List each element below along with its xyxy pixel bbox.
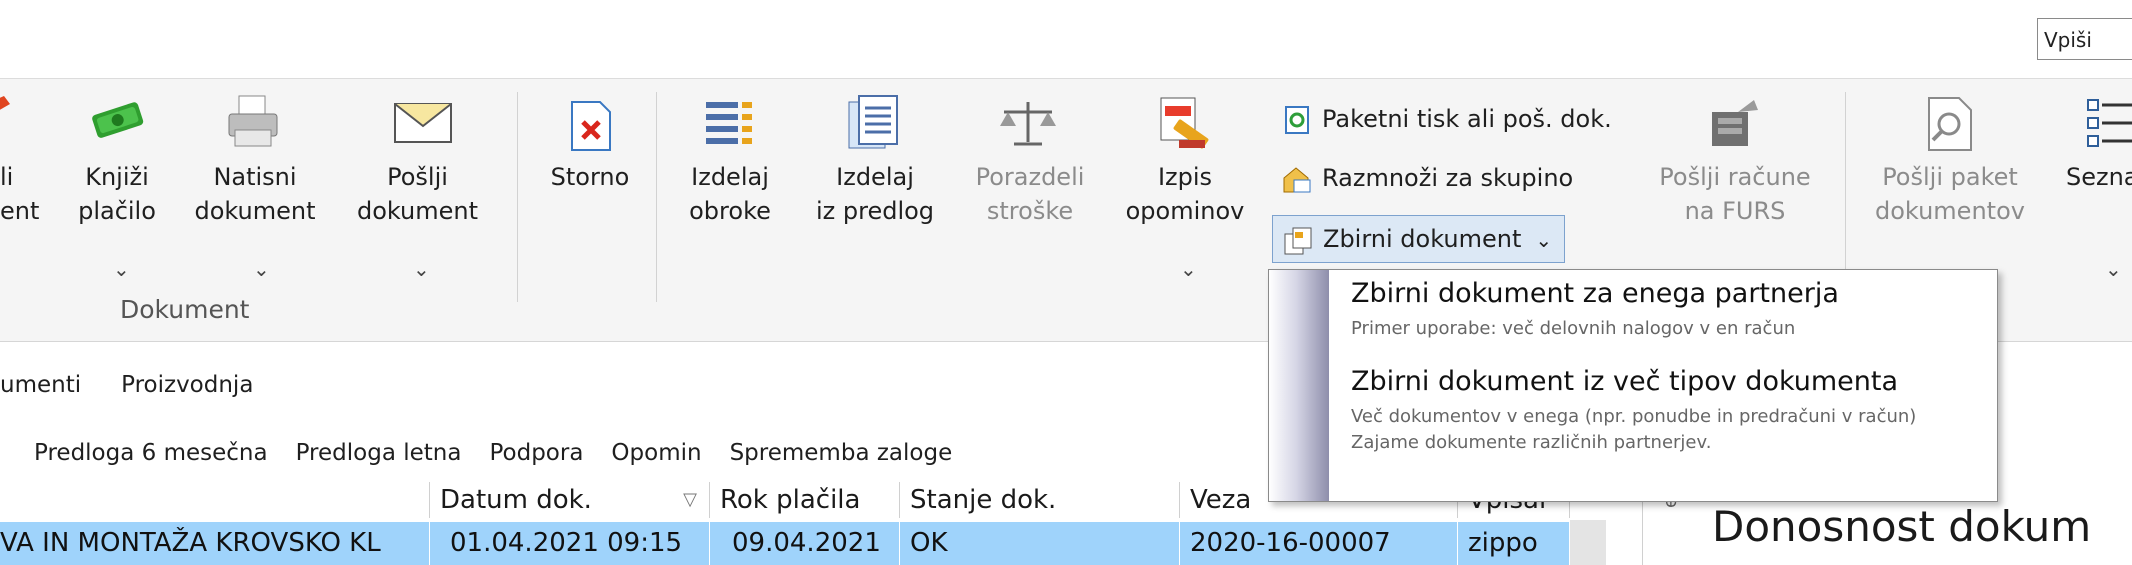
title-bar bbox=[0, 0, 2132, 79]
partial-document-button[interactable]: li ent bbox=[0, 160, 40, 228]
button-label: Knjiži bbox=[85, 163, 149, 191]
create-from-template-button[interactable]: Izdelaj iz predlog bbox=[805, 160, 945, 228]
installments-icon bbox=[704, 98, 756, 154]
furs-icon bbox=[1708, 98, 1762, 154]
send-document-package-button[interactable]: Pošlji paket dokumentov bbox=[1865, 160, 2035, 228]
ribbon-group-label: Dokument bbox=[120, 295, 250, 324]
summary-doc-icon bbox=[1283, 225, 1313, 255]
button-label: Pošlji bbox=[387, 163, 448, 191]
column-header-date[interactable]: Datum dok. ▽ bbox=[430, 482, 710, 518]
table-cell-date[interactable]: 01.04.2021 09:15 bbox=[430, 522, 710, 565]
column-header-name[interactable] bbox=[0, 482, 430, 518]
table-cell-name[interactable]: VA IN MONTAŽA KROVSKO KL bbox=[0, 522, 430, 565]
partial-tag-icon bbox=[0, 92, 14, 136]
filter-bar: ​Predloga 6 mesečnaPredloga letnaPodpora… bbox=[0, 440, 980, 466]
column-header-status[interactable]: Stanje dok. bbox=[900, 482, 1180, 518]
chevron-down-icon[interactable]: ⌄ bbox=[253, 259, 270, 279]
menu-item-description: Zajame dokumente različnih partnerjev. bbox=[1351, 432, 1712, 453]
ribbon-separator bbox=[656, 92, 657, 302]
package-doc-icon bbox=[1925, 96, 1977, 156]
reminder-icon bbox=[1155, 94, 1213, 158]
chevron-down-icon[interactable]: ⌄ bbox=[2105, 259, 2122, 279]
button-label: dokument bbox=[356, 197, 479, 225]
batch-print-button[interactable]: Paketni tisk ali poš. dok. bbox=[1282, 99, 1612, 139]
button-label: na FURS bbox=[1684, 197, 1786, 225]
distribute-costs-button[interactable]: Porazdeli stroške bbox=[965, 160, 1095, 228]
filter-item[interactable]: Predloga letna bbox=[296, 440, 462, 466]
search-input[interactable]: Vpiši bbox=[2037, 18, 2132, 60]
menu-item-multiple-types[interactable]: Zbirni dokument iz več tipov dokumenta V… bbox=[1329, 366, 1995, 496]
button-label: iz predlog bbox=[815, 197, 935, 225]
button-label: Pošlji račune bbox=[1659, 163, 1811, 191]
chevron-down-icon[interactable]: ⌄ bbox=[413, 259, 430, 279]
column-header-due[interactable]: Rok plačila bbox=[710, 482, 900, 518]
summary-document-dropdown: Zbirni dokument za enega partnerja Prime… bbox=[1268, 269, 1998, 502]
chevron-down-icon: ⌄ bbox=[1535, 228, 1553, 252]
template-doc-icon bbox=[845, 94, 903, 156]
print-reminders-button[interactable]: Izpis opominov bbox=[1115, 160, 1255, 228]
button-label: plačilo bbox=[78, 197, 156, 225]
right-panel-title: Donosnost dokum bbox=[1712, 502, 2092, 551]
post-payment-button[interactable]: Knjiži plačilo bbox=[72, 160, 162, 228]
menu-item-description: Več dokumentov v enega (npr. ponudbe in … bbox=[1351, 406, 1917, 427]
tab-documents[interactable]: umenti bbox=[0, 372, 81, 398]
button-label: Izpis bbox=[1157, 163, 1213, 191]
filter-item[interactable]: Sprememba zaloge bbox=[730, 440, 953, 466]
button-label: Zbirni dokument bbox=[1323, 225, 1522, 253]
button-label: Paketni tisk ali poš. dok. bbox=[1322, 105, 1612, 133]
ribbon-separator bbox=[517, 92, 518, 302]
filter-item[interactable]: Predloga 6 mesečna bbox=[34, 440, 268, 466]
table-cell-due[interactable]: 09.04.2021 bbox=[710, 522, 900, 565]
button-label: Pošlji paket bbox=[1882, 163, 2018, 191]
menu-item-title: Zbirni dokument iz več tipov dokumenta bbox=[1351, 366, 1899, 397]
menu-item-description: Primer uporabe: več delovnih nalogov v e… bbox=[1351, 318, 1796, 339]
print-document-button[interactable]: Natisni dokument bbox=[190, 160, 320, 228]
refresh-doc-icon bbox=[1282, 105, 1312, 135]
summary-document-button[interactable]: Zbirni dokument ⌄ bbox=[1272, 215, 1566, 263]
button-label: Sezna bbox=[2066, 163, 2132, 191]
storno-button[interactable]: Storno bbox=[540, 160, 640, 194]
button-label: Razmnoži za skupino bbox=[1322, 164, 1574, 192]
filter-item[interactable]: Podpora bbox=[489, 440, 583, 466]
list-button[interactable]: Sezna bbox=[2066, 160, 2132, 194]
list-icon bbox=[2086, 98, 2132, 154]
chevron-down-icon[interactable]: ⌄ bbox=[1180, 259, 1197, 279]
menu-item-title: Zbirni dokument za enega partnerja bbox=[1351, 278, 1839, 309]
filter-item[interactable]: Opomin bbox=[611, 440, 701, 466]
button-label: opominov bbox=[1125, 197, 1245, 225]
create-installments-button[interactable]: Izdelaj obroke bbox=[680, 160, 780, 228]
send-document-button[interactable]: Pošlji dokument bbox=[350, 160, 485, 228]
button-label: Natisni bbox=[213, 163, 297, 191]
button-label: Izdelaj bbox=[836, 163, 914, 191]
storno-icon bbox=[570, 100, 612, 156]
chevron-down-icon[interactable]: ⌄ bbox=[113, 259, 130, 279]
button-label: obroke bbox=[689, 197, 771, 225]
tab-production[interactable]: Proizvodnja bbox=[121, 372, 253, 398]
menu-item-single-partner[interactable]: Zbirni dokument za enega partnerja Prime… bbox=[1329, 274, 1995, 362]
send-invoices-furs-button[interactable]: Pošlji račune na FURS bbox=[1650, 160, 1820, 228]
module-tabs: umenti Proizvodnja bbox=[0, 372, 293, 398]
button-label: ent bbox=[0, 197, 40, 225]
scale-icon bbox=[998, 98, 1058, 152]
grid-scrollbar[interactable] bbox=[1570, 520, 1606, 565]
button-label: stroške bbox=[986, 197, 1074, 225]
house-copy-icon bbox=[1282, 164, 1312, 194]
button-label: Izdelaj bbox=[691, 163, 769, 191]
button-label: li bbox=[0, 163, 14, 191]
button-label: Porazdeli bbox=[975, 163, 1085, 191]
table-cell-author[interactable]: zippo bbox=[1458, 522, 1570, 565]
button-label: dokument bbox=[194, 197, 316, 225]
money-icon bbox=[88, 98, 148, 148]
button-label: Storno bbox=[550, 163, 630, 191]
header-label: Datum dok. bbox=[440, 485, 592, 515]
multiply-for-group-button[interactable]: Razmnoži za skupino bbox=[1282, 158, 1573, 198]
button-label: dokumentov bbox=[1875, 197, 2025, 225]
filter-icon[interactable]: ▽ bbox=[683, 482, 697, 518]
menu-side-strip bbox=[1269, 270, 1329, 501]
table-cell-status[interactable]: OK bbox=[900, 522, 1180, 565]
envelope-icon bbox=[392, 94, 454, 150]
printer-icon bbox=[225, 92, 281, 154]
table-cell-link[interactable]: 2020-16-00007 bbox=[1180, 522, 1458, 565]
